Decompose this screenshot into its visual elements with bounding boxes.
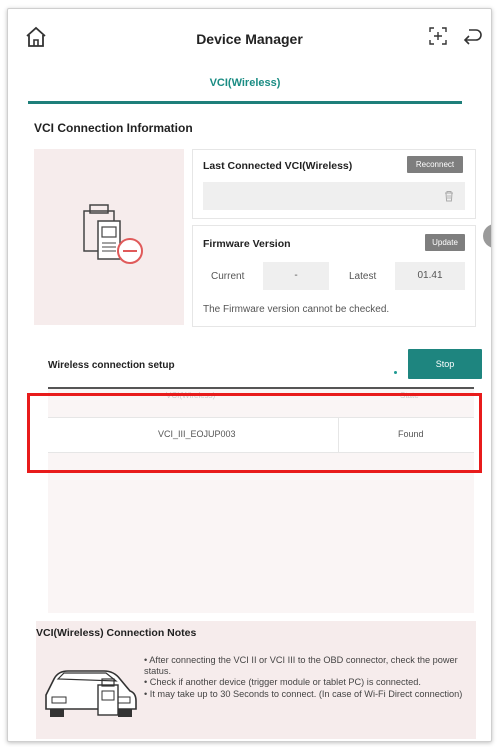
vci-status-box [34, 149, 184, 325]
firmware-panel: Firmware Version Update Current - Latest… [192, 225, 476, 327]
device-manager-window: Device Manager VCI(Wireless) VCI Connect… [7, 8, 492, 742]
highlight-box [27, 393, 482, 473]
firmware-label: Firmware Version [203, 238, 291, 250]
add-device-icon[interactable] [429, 27, 447, 45]
last-connected-field [203, 182, 465, 210]
back-icon[interactable] [463, 27, 483, 45]
car-obd-icon [45, 670, 137, 717]
note-item: • It may take up to 30 Seconds to connec… [144, 688, 463, 699]
firmware-note: The Firmware version cannot be checked. [203, 304, 390, 315]
page-title: Device Manager [196, 31, 303, 47]
note-item: • After connecting the VCI II or VCI III… [144, 655, 458, 677]
reconnect-button[interactable]: Reconnect [407, 156, 463, 173]
wireless-setup-title: Wireless connection setup [48, 360, 175, 371]
tab-vci-wireless[interactable]: VCI(Wireless) [28, 65, 462, 104]
current-label: Current [211, 271, 245, 282]
stop-button[interactable]: Stop [408, 349, 482, 379]
side-scroll-handle[interactable] [483, 224, 491, 248]
note-item: • Check if another device (trigger modul… [144, 677, 421, 688]
latest-version: 01.41 [395, 262, 465, 290]
last-connected-label: Last Connected VCI(Wireless) [203, 160, 353, 172]
wireless-setup-header: Wireless connection setup Stop [36, 343, 482, 385]
notes-title: VCI(Wireless) Connection Notes [36, 627, 197, 639]
connection-notes: VCI(Wireless) Connection Notes • After c… [36, 621, 476, 739]
update-button[interactable]: Update [425, 234, 465, 251]
searching-indicator [394, 371, 397, 374]
latest-label: Latest [349, 271, 377, 282]
trash-icon[interactable] [443, 190, 455, 202]
vci-disconnected-icon [83, 204, 143, 264]
top-bar: Device Manager [8, 9, 491, 65]
last-connected-panel: Last Connected VCI(Wireless) Reconnect [192, 149, 476, 219]
section-title-connection-info: VCI Connection Information [34, 121, 193, 135]
notes-list: • After connecting the VCI II or VCI III… [144, 655, 474, 700]
current-version: - [263, 262, 329, 290]
